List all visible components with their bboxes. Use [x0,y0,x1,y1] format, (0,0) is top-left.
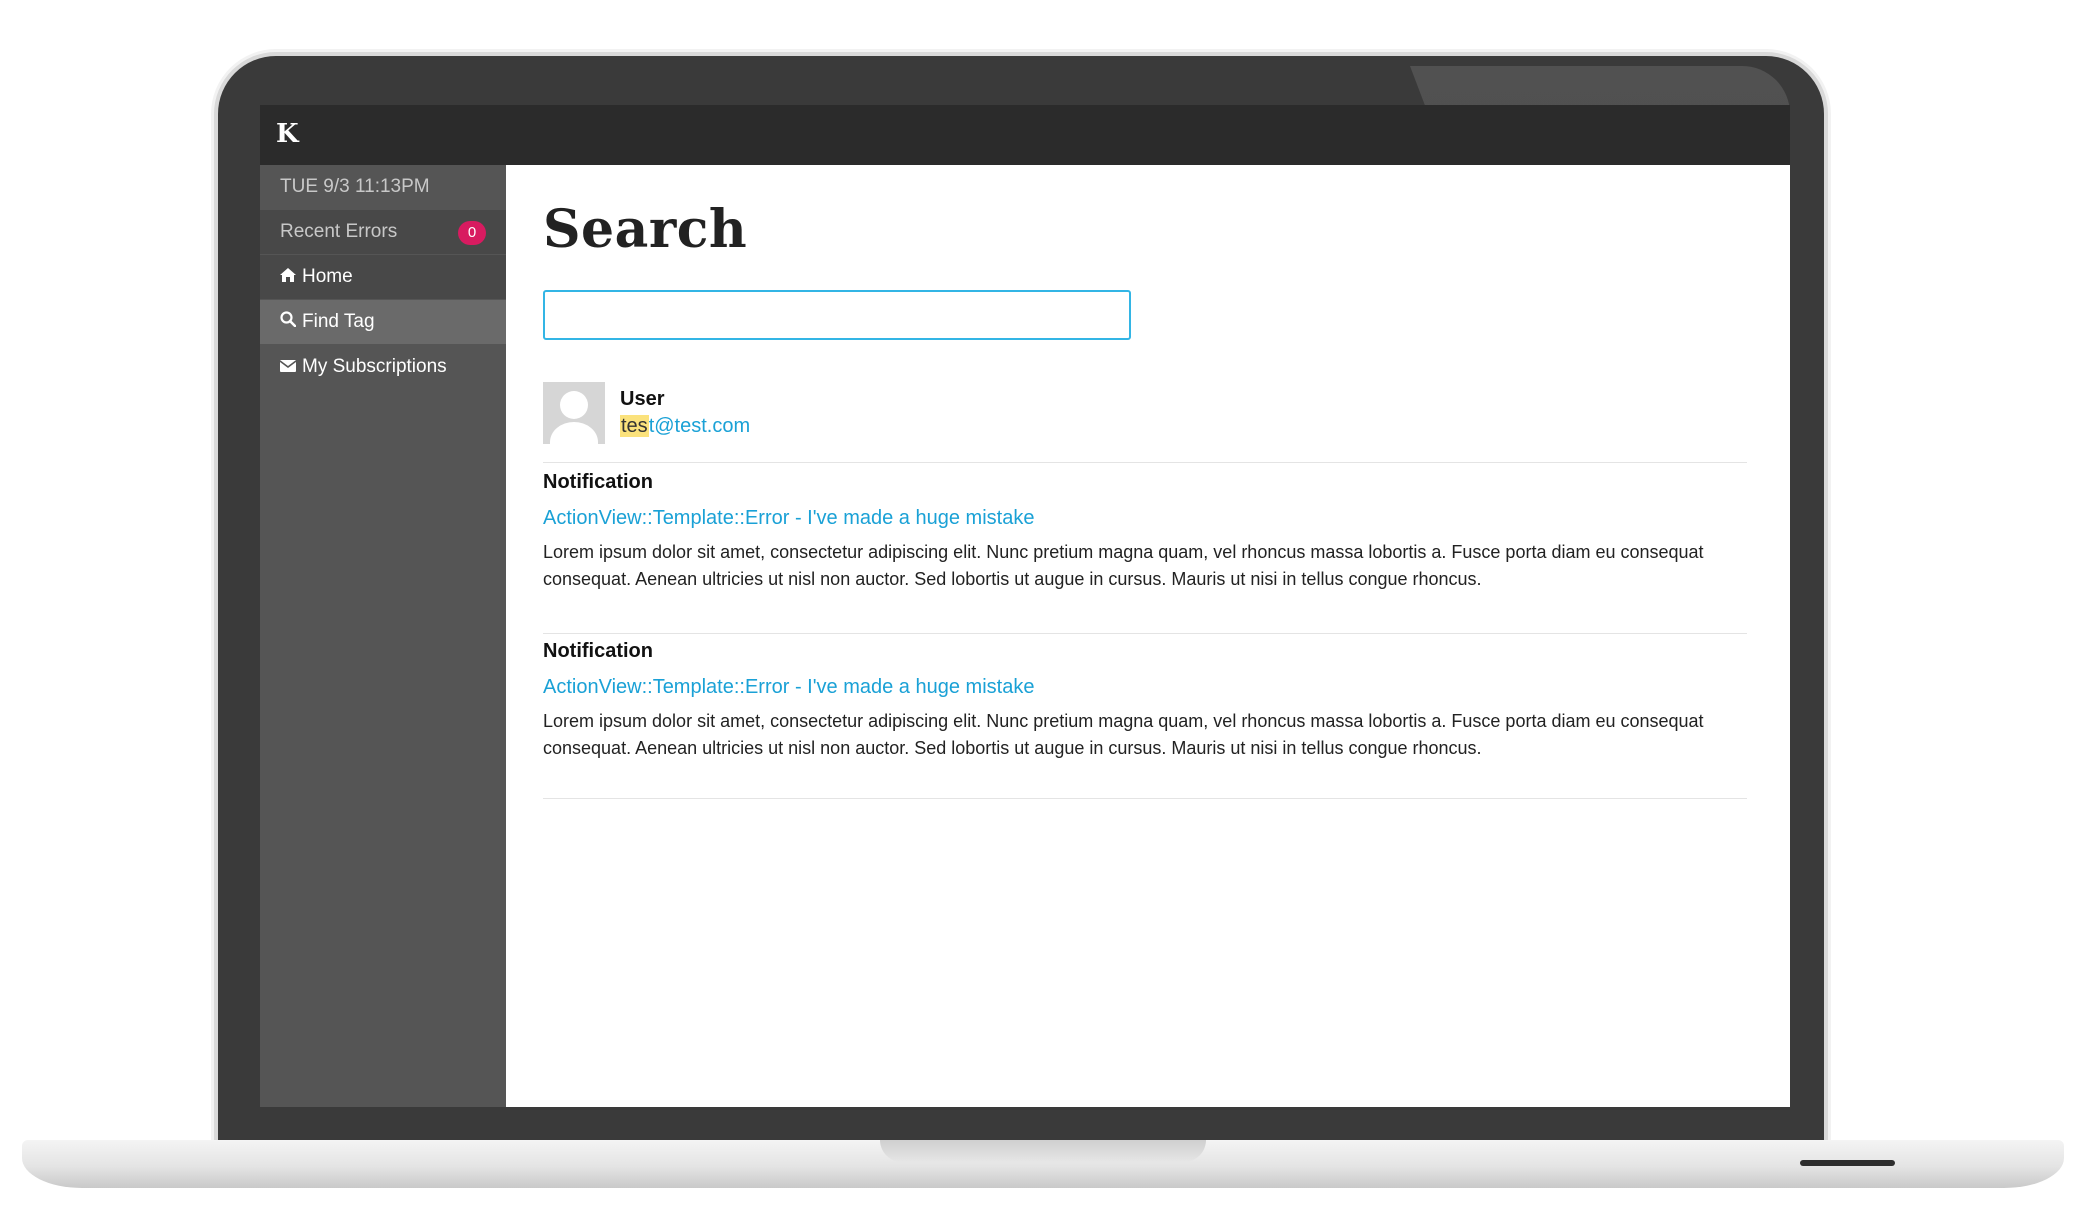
app-screen: K TUE 9/3 11:13PM Recent Errors 0 Home F… [260,105,1790,1107]
search-match-highlight: tes [620,415,649,437]
top-bar: K [260,105,1790,165]
home-icon [280,256,302,300]
list-item: Notification ActionView::Template::Error… [543,471,1747,634]
laptop-foot [1800,1160,1895,1166]
search-icon [280,301,302,345]
user-result[interactable]: User test@test.com [543,382,1747,463]
result-type-label: Notification [543,640,653,662]
avatar-head-shape [560,391,588,419]
avatar-body-shape [550,422,598,444]
result-description: Lorem ipsum dolor sit amet, consectetur … [543,711,1704,758]
app-logo[interactable]: K [276,119,306,149]
page-title: Search [543,199,748,260]
error-count-badge: 0 [458,221,486,245]
sidebar-item-label: Home [302,266,353,287]
main-content: Search User test@test.com Notification A… [506,165,1790,1107]
list-item: Notification ActionView::Template::Error… [543,640,1747,799]
sidebar-item-label: My Subscriptions [302,356,447,377]
sidebar-item-find-tag[interactable]: Find Tag [260,300,506,344]
envelope-icon [279,346,302,390]
user-email-link[interactable]: test@test.com [620,415,750,438]
result-link[interactable]: ActionView::Template::Error - I've made … [543,676,1034,699]
result-description: Lorem ipsum dolor sit amet, consectetur … [543,542,1704,589]
sidebar-item-label: Find Tag [302,311,375,332]
search-input[interactable] [543,290,1131,340]
sidebar-item-recent-errors[interactable]: Recent Errors 0 [260,210,506,254]
laptop-notch [880,1140,1206,1162]
sidebar-item-label: Recent Errors [280,221,398,242]
sidebar-item-my-subscriptions[interactable]: My Subscriptions [260,345,506,389]
sidebar-item-home[interactable]: Home [260,255,506,299]
result-type-label: Notification [543,471,653,493]
sidebar: TUE 9/3 11:13PM Recent Errors 0 Home Fin… [260,165,506,1107]
avatar [543,382,605,444]
sidebar-clock: TUE 9/3 11:13PM [280,176,430,197]
user-email-rest: t@test.com [648,415,751,437]
result-type-label: User [620,388,665,410]
result-link[interactable]: ActionView::Template::Error - I've made … [543,507,1034,530]
